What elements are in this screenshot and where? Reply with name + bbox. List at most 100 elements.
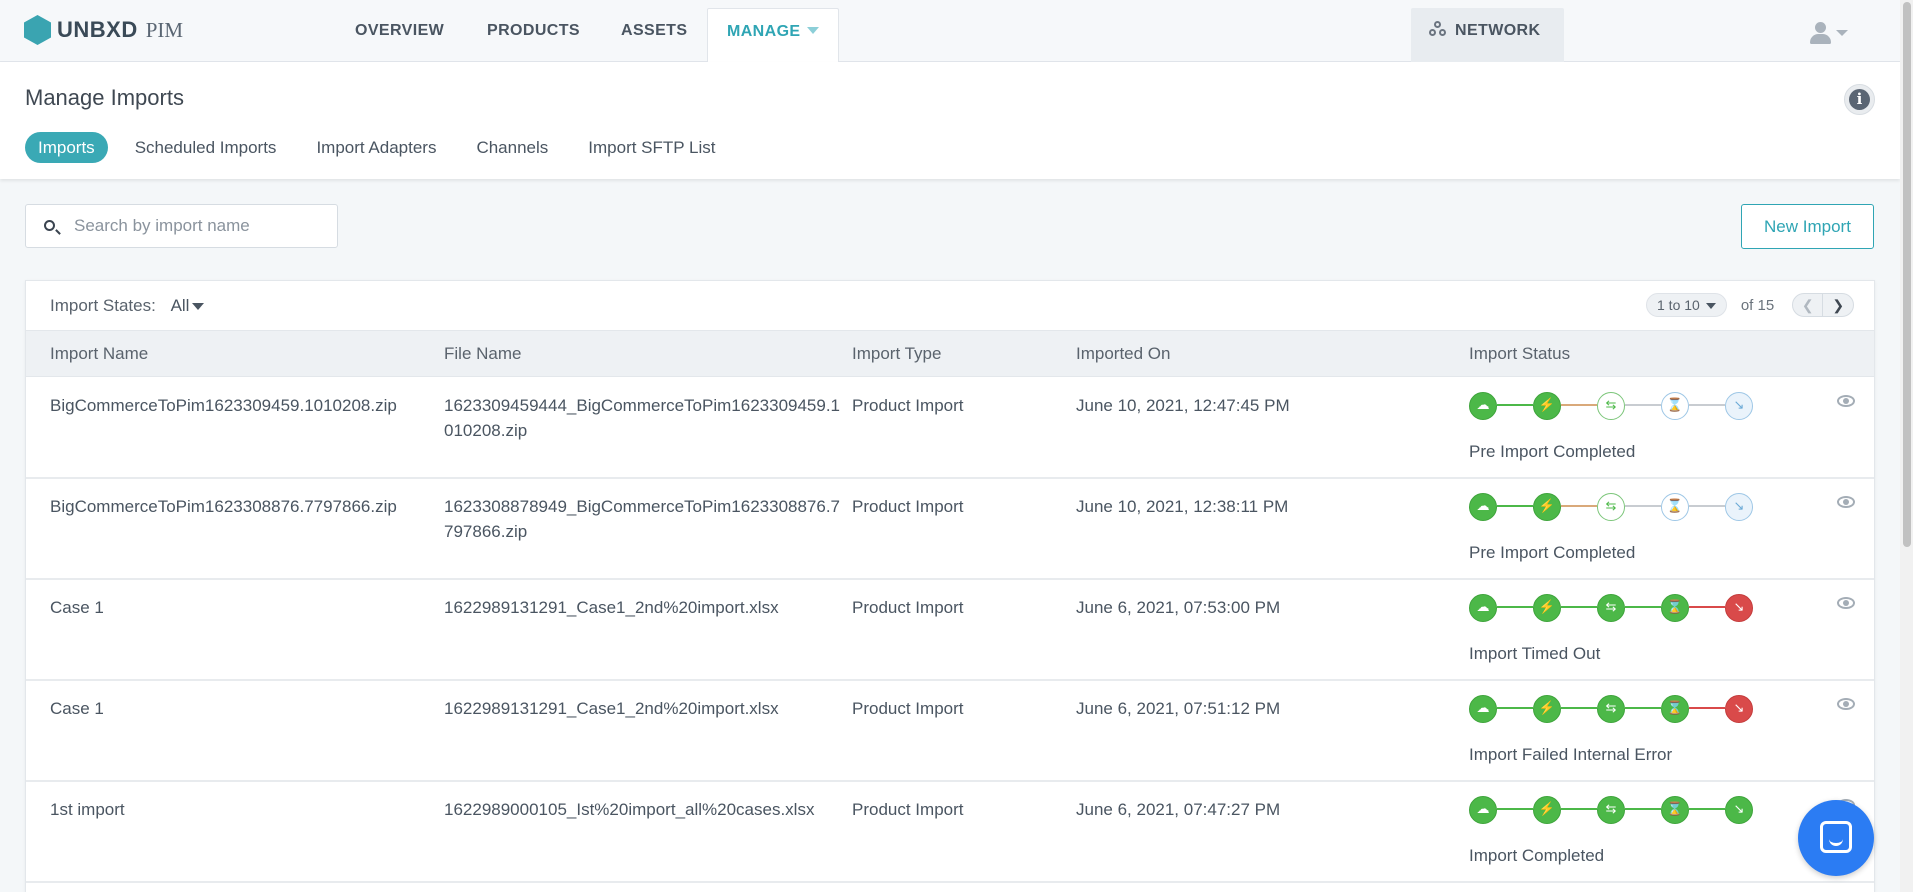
nav-overview[interactable]: OVERVIEW — [355, 0, 444, 62]
bolt-icon: ⚡ — [1533, 392, 1561, 420]
step-connector — [1561, 808, 1597, 810]
step-connector — [1625, 606, 1661, 608]
chat-launcher[interactable] — [1798, 800, 1874, 876]
sub-tabs: Imports Scheduled Imports Import Adapter… — [25, 132, 743, 163]
import-states-filter: Import States: All — [50, 296, 205, 316]
import-icon: ↘ — [1725, 594, 1753, 622]
user-avatar-body — [1810, 34, 1831, 44]
col-file-name: File Name — [444, 344, 522, 363]
import-icon: ↘ — [1725, 493, 1753, 521]
col-import-name: Import Name — [50, 344, 149, 363]
view-eye-icon[interactable] — [1837, 597, 1855, 609]
chat-icon — [1820, 821, 1852, 853]
page-header: Manage Imports i Imports Scheduled Impor… — [0, 62, 1900, 179]
tab-channels[interactable]: Channels — [463, 132, 561, 163]
transfer-icon: ⇆ — [1597, 392, 1625, 420]
eye-pupil — [1843, 398, 1849, 404]
import-name: BigCommerceToPim1623309459.1010208.zip — [50, 396, 397, 415]
nav-manage[interactable]: MANAGE — [707, 8, 839, 63]
hourglass-icon: ⌛ — [1661, 493, 1689, 521]
prev-page-button[interactable]: ❮ — [1793, 294, 1824, 316]
brand-name: UNBXD — [57, 17, 138, 42]
import-icon: ↘ — [1725, 695, 1753, 723]
pagination: 1 to 10 of 15 ❮ ❯ — [1646, 293, 1855, 317]
step-connector — [1561, 707, 1597, 709]
search-input[interactable] — [74, 205, 329, 247]
imported-on: June 6, 2021, 07:47:27 PM — [1076, 800, 1281, 819]
user-avatar-icon — [1815, 22, 1826, 33]
upload-icon: ☁ — [1469, 493, 1497, 521]
import-status-steps: ☁ ⚡ ⇆ ⌛ ↘ — [1469, 392, 1753, 420]
table-row[interactable]: Case 1 1622989131291_Case1_2nd%20import.x… — [26, 681, 1874, 782]
eye-pupil — [1843, 701, 1849, 707]
tab-imports[interactable]: Imports — [25, 132, 108, 163]
network-icon — [1429, 21, 1447, 37]
product-name: PIM — [145, 17, 184, 42]
info-button[interactable]: i — [1844, 84, 1875, 115]
view-eye-icon[interactable] — [1837, 698, 1855, 710]
import-states-select[interactable]: All — [171, 296, 205, 315]
step-connector — [1689, 404, 1725, 406]
import-icon: ↘ — [1725, 796, 1753, 824]
bolt-icon: ⚡ — [1533, 695, 1561, 723]
page-range-select[interactable]: 1 to 10 — [1646, 293, 1727, 317]
file-name: 1623309459444_BigCommerceToPim1623309459… — [444, 396, 841, 440]
col-import-status: Import Status — [1469, 344, 1571, 363]
import-type: Product Import — [852, 800, 964, 819]
next-page-button[interactable]: ❯ — [1823, 294, 1853, 316]
scrollbar-thumb[interactable] — [1903, 2, 1911, 547]
file-name: 1622989131291_Case1_2nd%20import.xlsx — [444, 699, 779, 718]
import-type: Product Import — [852, 598, 964, 617]
imported-on: June 6, 2021, 07:53:00 PM — [1076, 598, 1281, 617]
page-scrollbar[interactable] — [1900, 0, 1913, 892]
import-states-value: All — [170, 296, 190, 315]
page-arrows: ❮ ❯ — [1792, 293, 1855, 317]
nav-products[interactable]: PRODUCTS — [487, 0, 580, 62]
transfer-icon: ⇆ — [1597, 594, 1625, 622]
transfer-icon: ⇆ — [1597, 796, 1625, 824]
new-import-button[interactable]: New Import — [1741, 204, 1874, 249]
network-label: NETWORK — [1455, 22, 1541, 39]
table-row[interactable]: BigCommerceToPim1623309459.1010208.zip 16… — [26, 378, 1874, 479]
hourglass-icon: ⌛ — [1661, 594, 1689, 622]
view-eye-icon[interactable] — [1837, 496, 1855, 508]
step-connector — [1625, 505, 1661, 507]
logo[interactable]: UNBXD PIM — [24, 15, 183, 45]
step-connector — [1625, 707, 1661, 709]
file-name: 1622989000105_Ist%20import_all%20cases.x… — [444, 800, 815, 819]
nav-assets[interactable]: ASSETS — [621, 0, 687, 62]
import-name: BigCommerceToPim1623308876.7797866.zip — [50, 497, 397, 516]
import-status-text: Import Failed Internal Error — [1469, 745, 1673, 764]
table-row[interactable]: Case 1 1622989131291_Case1_2nd%20import.x… — [26, 580, 1874, 681]
eye-pupil — [1843, 600, 1849, 606]
table-header: Import Name File Name Import Type Import… — [26, 330, 1874, 377]
hourglass-icon: ⌛ — [1661, 392, 1689, 420]
import-type: Product Import — [852, 497, 964, 516]
table-row[interactable]: 1st import 1622989000105_Ist%20import_all… — [26, 782, 1874, 883]
user-menu[interactable] — [1810, 22, 1852, 44]
step-connector — [1561, 404, 1597, 406]
bolt-icon: ⚡ — [1533, 594, 1561, 622]
tab-import-sftp-list[interactable]: Import SFTP List — [575, 132, 728, 163]
upload-icon: ☁ — [1469, 392, 1497, 420]
step-connector — [1497, 404, 1533, 406]
import-status-text: Import Completed — [1469, 846, 1605, 865]
upload-icon: ☁ — [1469, 796, 1497, 824]
tab-import-adapters[interactable]: Import Adapters — [303, 132, 449, 163]
import-status-steps: ☁ ⚡ ⇆ ⌛ ↘ — [1469, 594, 1753, 622]
view-eye-icon[interactable] — [1837, 395, 1855, 407]
bolt-icon: ⚡ — [1533, 493, 1561, 521]
step-connector — [1689, 808, 1725, 810]
import-type: Product Import — [852, 699, 964, 718]
imports-table-card: Import States: All 1 to 10 of 15 ❮ ❯ Imp… — [25, 280, 1875, 892]
import-type: Product Import — [852, 396, 964, 415]
network-button[interactable]: NETWORK — [1411, 8, 1564, 62]
tab-scheduled-imports[interactable]: Scheduled Imports — [122, 132, 290, 163]
hourglass-icon: ⌛ — [1661, 695, 1689, 723]
col-imported-on: Imported On — [1076, 344, 1171, 363]
file-name: 1622989131291_Case1_2nd%20import.xlsx — [444, 598, 779, 617]
import-status-steps: ☁ ⚡ ⇆ ⌛ ↘ — [1469, 796, 1753, 824]
file-name: 1623308878949_BigCommerceToPim1623308876… — [444, 497, 841, 541]
top-nav: UNBXD PIM OVERVIEW PRODUCTS ASSETS MANAG… — [0, 0, 1900, 63]
table-row[interactable]: BigCommerceToPim1623308876.7797866.zip 16… — [26, 479, 1874, 580]
